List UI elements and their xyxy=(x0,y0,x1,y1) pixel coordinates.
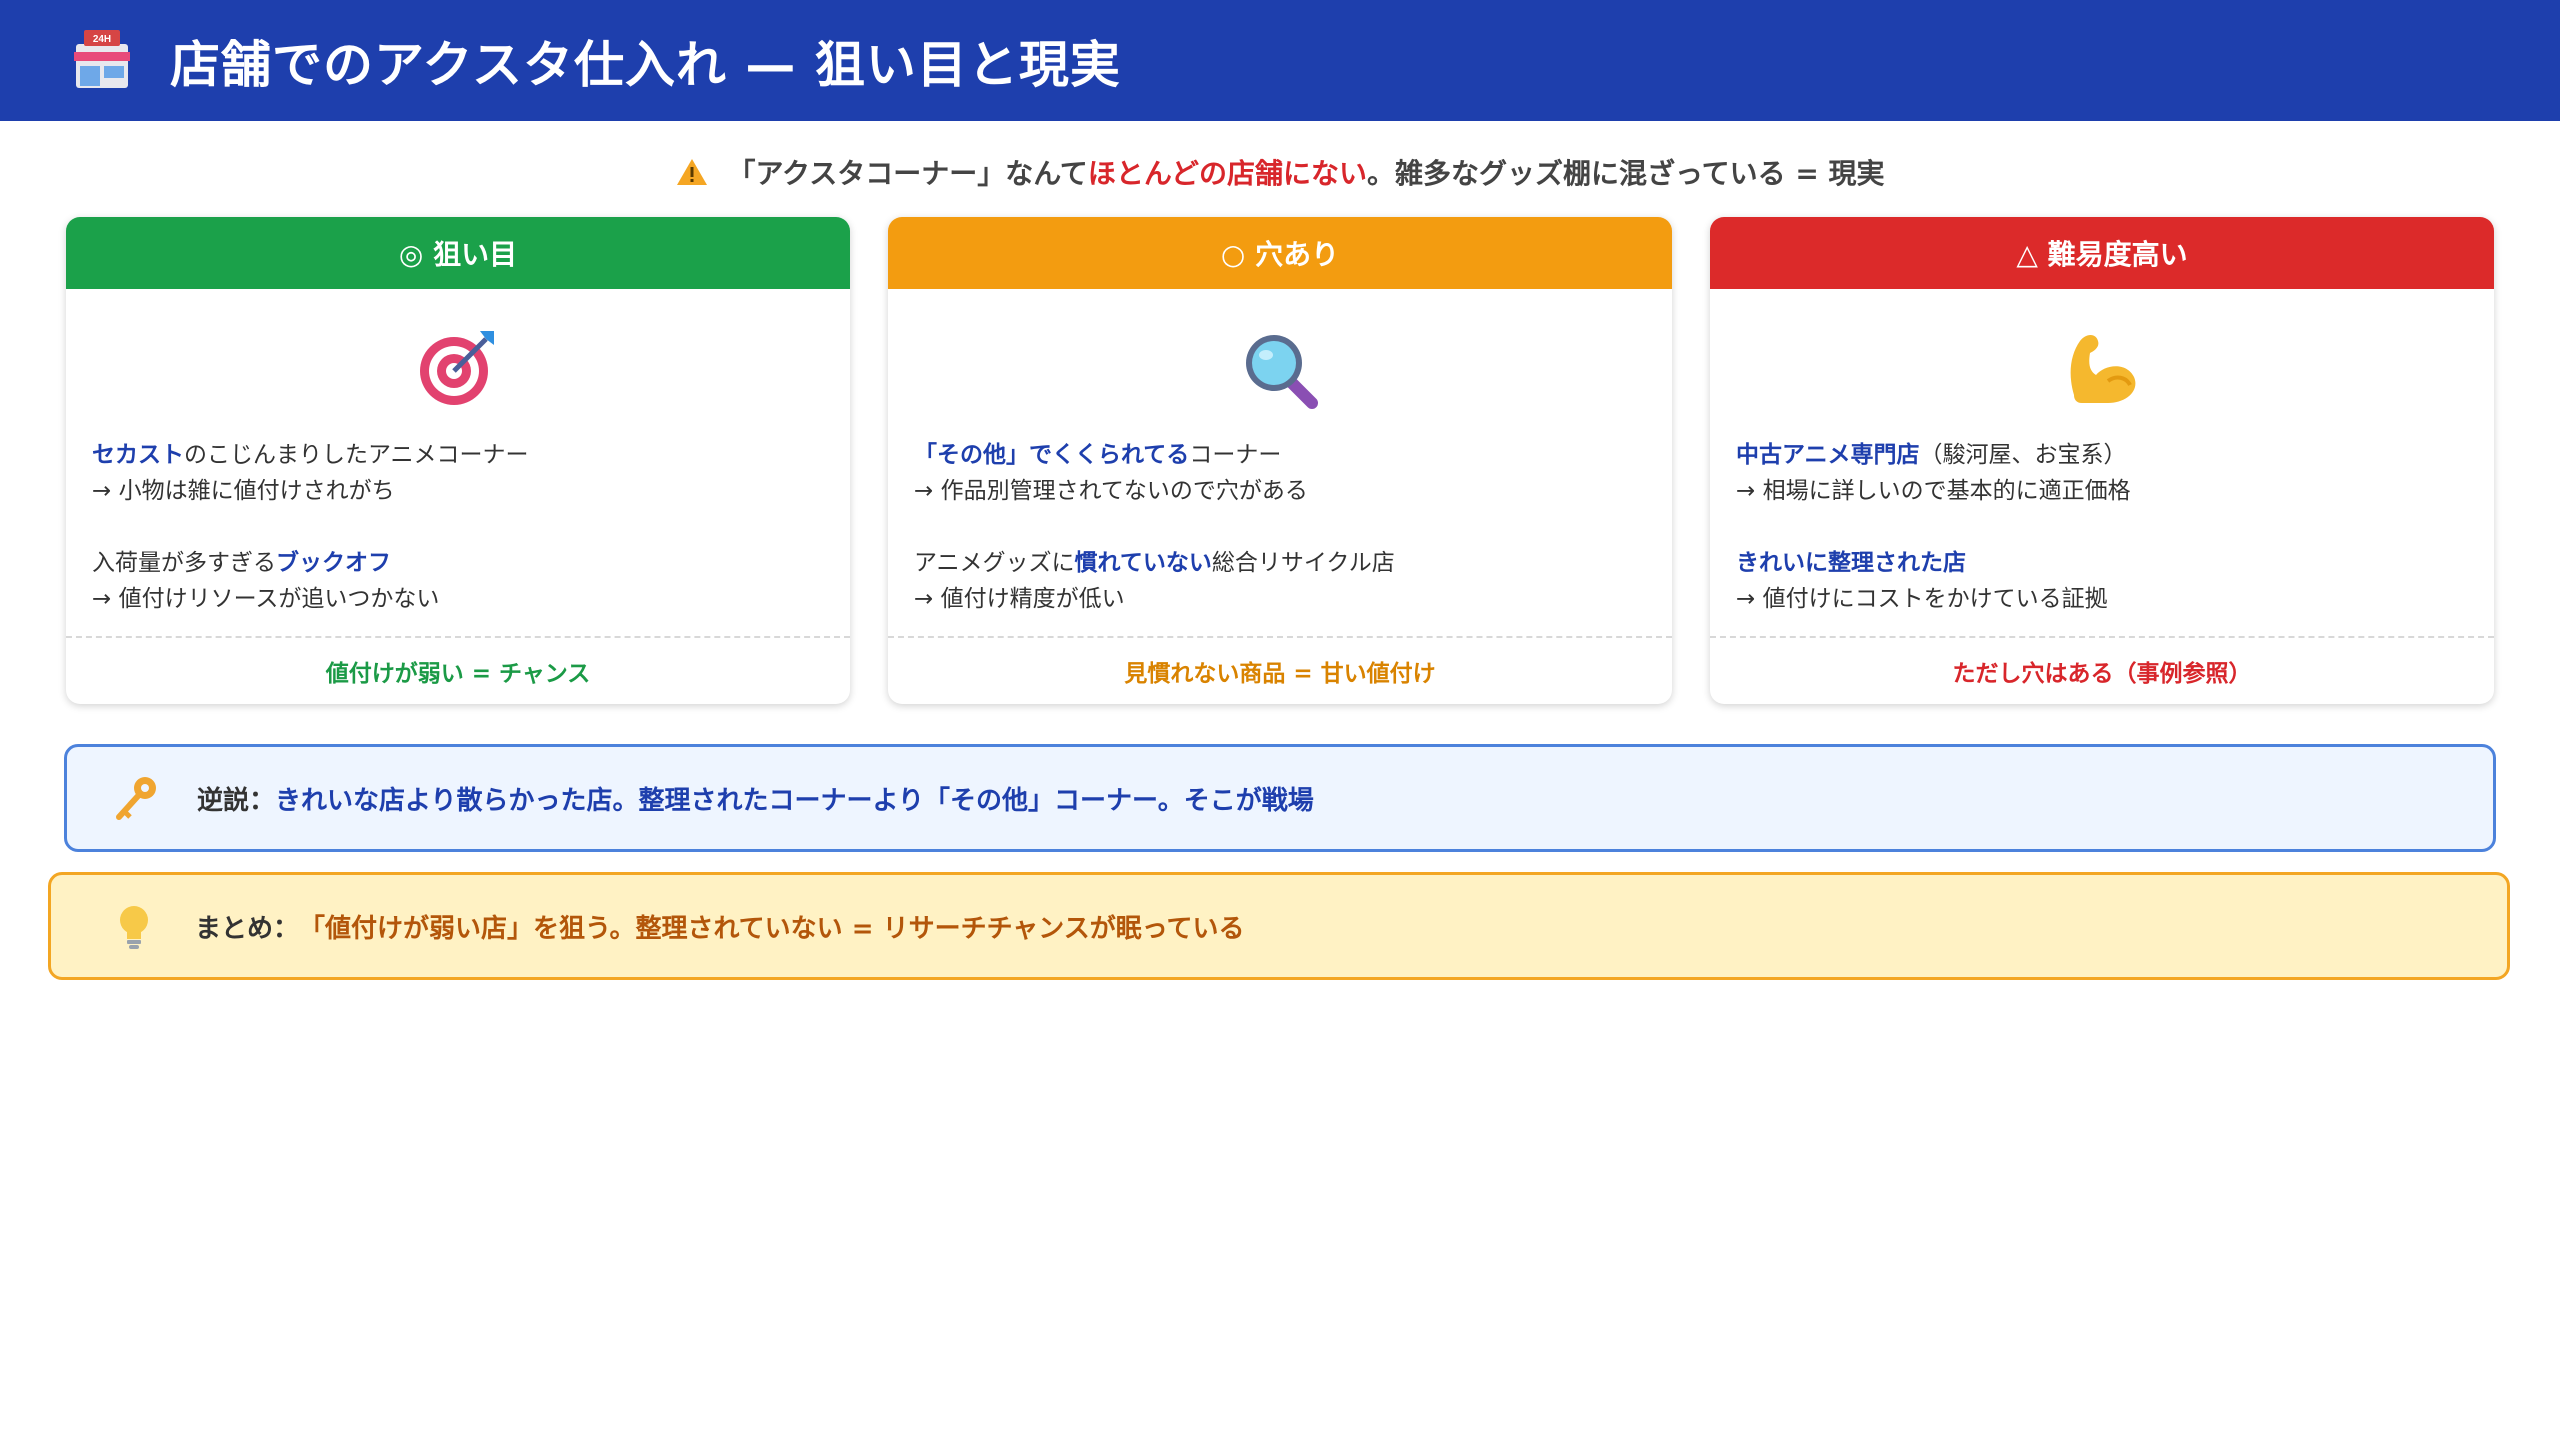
card-item-sub: → 値付けリソースが追いつかない xyxy=(92,586,440,612)
card-item-line: 「その他」でくくられてるコーナー xyxy=(914,437,1646,473)
card-body: 「その他」でくくられてるコーナー → 作品別管理されてないので穴がある アニメグ… xyxy=(888,409,1672,617)
paradox-callout: 逆説： きれいな店より散らかった店。整理されたコーナーより「その他」コーナー。そ… xyxy=(64,744,2496,852)
card-header: ◎ 狙い目 xyxy=(66,217,850,289)
card-item-line: 中古アニメ専門店（駿河屋、お宝系） xyxy=(1736,437,2468,473)
card-item-sub: → 小物は雑に値付けされがち xyxy=(92,478,395,504)
card-item-text: （駿河屋、お宝系） xyxy=(1919,442,2127,468)
page-title: 店舗でのアクスタ仕入れ — 狙い目と現実 xyxy=(170,35,1121,94)
card-body: 中古アニメ専門店（駿河屋、お宝系） → 相場に詳しいので基本的に適正価格 きれい… xyxy=(1710,409,2494,617)
card-item-line: アニメグッズに慣れていない総合リサイクル店 xyxy=(914,545,1646,581)
card-item-text: のこじんまりしたアニメコーナー xyxy=(184,442,529,468)
card-footer: ただし穴はある（事例参照） xyxy=(1710,636,2494,704)
card-item-emphasis: ブックオフ xyxy=(276,550,391,576)
warning-icon xyxy=(677,159,708,185)
magnifier-icon xyxy=(888,299,1672,409)
summary-callout: まとめ： 「値付けが弱い店」を狙う。整理されていない = リサーチチャンスが眠っ… xyxy=(48,872,2510,980)
warning-text-before: 「アクスタコーナー」なんて xyxy=(727,157,1088,190)
target-dart-icon xyxy=(66,299,850,409)
store-category-cards: ◎ 狙い目 セカストのこじんまりしたアニメコーナー → 小物は雑に値付けされがち… xyxy=(66,217,2494,704)
card-item-sub: → 値付けにコストをかけている証拠 xyxy=(1736,586,2108,612)
card-body: セカストのこじんまりしたアニメコーナー → 小物は雑に値付けされがち 入荷量が多… xyxy=(66,409,850,617)
warning-text-after: 。雑多なグッズ棚に混ざっている = 現実 xyxy=(1366,157,1885,190)
summary-text: 「値付けが弱い店」を狙う。整理されていない = リサーチチャンスが眠っている xyxy=(299,913,1245,944)
card-item-emphasis: セカスト xyxy=(92,442,184,468)
card-target: ◎ 狙い目 セカストのこじんまりしたアニメコーナー → 小物は雑に値付けされがち… xyxy=(66,217,850,704)
card-item-text: 入荷量が多すぎる xyxy=(92,550,276,576)
card-footer: 見慣れない商品 = 甘い値付け xyxy=(888,636,1672,704)
summary-label: まとめ： xyxy=(195,913,300,944)
card-item-text: アニメグッズに xyxy=(914,550,1075,576)
card-header: △ 難易度高い xyxy=(1710,217,2494,289)
header-bar: 24H 店舗でのアクスタ仕入れ — 狙い目と現実 xyxy=(0,0,2560,121)
card-item-line: セカストのこじんまりしたアニメコーナー xyxy=(92,437,824,473)
key-icon xyxy=(116,777,156,820)
paradox-text: きれいな店より散らかった店。整理されたコーナーより「その他」コーナー。そこが戦場 xyxy=(275,785,1314,816)
card-item-emphasis: 「その他」でくくられてる xyxy=(914,442,1190,468)
flexed-bicep-icon xyxy=(1710,299,2494,409)
paradox-label: 逆説： xyxy=(197,785,276,816)
card-item-text: コーナー xyxy=(1189,442,1282,468)
warning-text-emphasis: ほとんどの店舗にない xyxy=(1087,157,1367,190)
card-item-emphasis: 慣れていない xyxy=(1074,550,1212,576)
warning-banner: 「アクスタコーナー」なんて ほとんどの店舗にない 。雑多なグッズ棚に混ざっている… xyxy=(0,150,2560,194)
card-item-text: 総合リサイクル店 xyxy=(1211,550,1395,576)
card-loophole: ○ 穴あり 「その他」でくくられてるコーナー → 作品別管理されてないので穴があ… xyxy=(888,217,1672,704)
card-item-line: きれいに整理された店 xyxy=(1736,545,2468,581)
store-badge-text: 24H xyxy=(93,34,111,45)
card-item-sub: → 相場に詳しいので基本的に適正価格 xyxy=(1736,478,2131,504)
card-header: ○ 穴あり xyxy=(888,217,1672,289)
card-item-line: 入荷量が多すぎるブックオフ xyxy=(92,545,824,581)
card-footer: 値付けが弱い = チャンス xyxy=(66,636,850,704)
card-item-sub: → 作品別管理されてないので穴がある xyxy=(914,478,1308,504)
convenience-store-icon: 24H xyxy=(70,29,134,92)
card-item-emphasis: 中古アニメ専門店 xyxy=(1736,442,1920,468)
card-item-sub: → 値付け精度が低い xyxy=(914,586,1125,612)
card-hard: △ 難易度高い 中古アニメ専門店（駿河屋、お宝系） → 相場に詳しいので基本的に… xyxy=(1710,217,2494,704)
card-item-emphasis: きれいに整理された店 xyxy=(1736,550,1966,576)
lightbulb-icon xyxy=(120,906,148,949)
